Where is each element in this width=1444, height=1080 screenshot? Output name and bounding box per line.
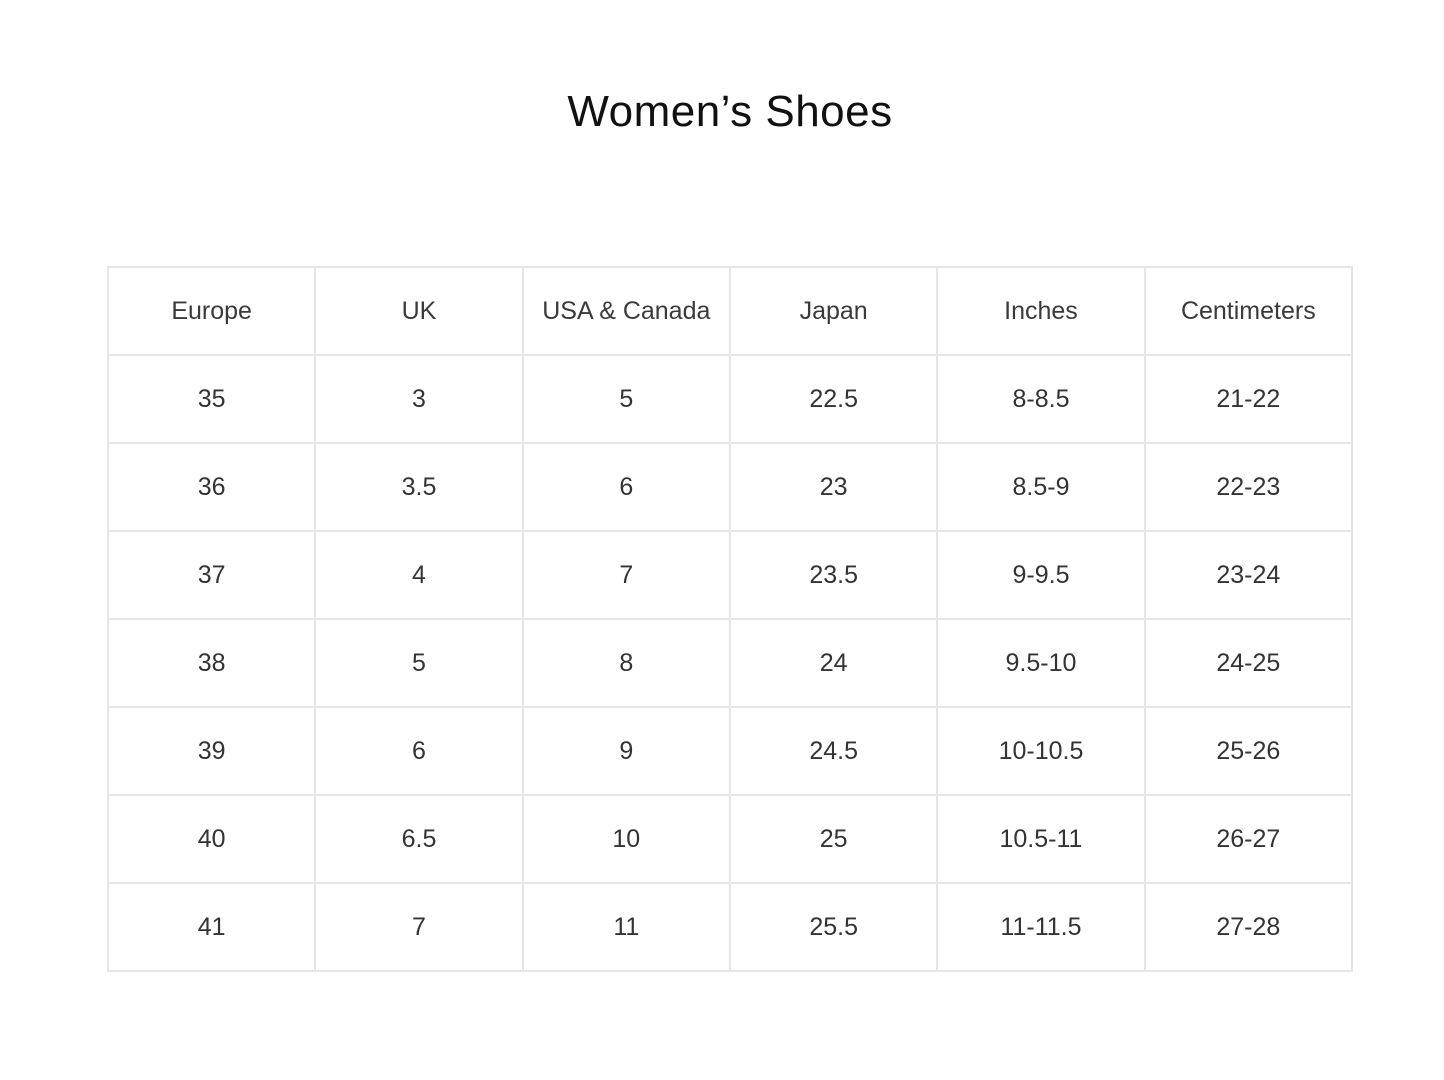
table-cell: 7 bbox=[314, 882, 524, 972]
table-cell: 25-26 bbox=[1143, 706, 1354, 796]
table-cell: 7 bbox=[521, 530, 731, 620]
table-cell: 3.5 bbox=[314, 442, 524, 532]
table-cell: 22-23 bbox=[1143, 442, 1354, 532]
table-cell: 6 bbox=[314, 706, 524, 796]
table-cell: 36 bbox=[106, 442, 317, 532]
table-cell: 10-10.5 bbox=[936, 706, 1146, 796]
table-cell: 3 bbox=[314, 354, 524, 444]
table-cell: 5 bbox=[521, 354, 731, 444]
table-cell: 9.5-10 bbox=[936, 618, 1146, 708]
table-cell: 41 bbox=[106, 882, 317, 972]
table-cell: 8 bbox=[521, 618, 731, 708]
table-cell: 37 bbox=[106, 530, 317, 620]
column-header-japan: Japan bbox=[728, 266, 939, 356]
column-header-europe: Europe bbox=[106, 266, 317, 356]
table-cell: 40 bbox=[106, 794, 317, 884]
table-cell: 24 bbox=[728, 618, 939, 708]
table-cell: 9 bbox=[521, 706, 731, 796]
table-row: 40 6.5 10 25 10.5-11 26-27 bbox=[106, 794, 1354, 884]
table-cell: 4 bbox=[314, 530, 524, 620]
table-row: 38 5 8 24 9.5-10 24-25 bbox=[106, 618, 1354, 708]
column-header-uk: UK bbox=[314, 266, 524, 356]
table-cell: 39 bbox=[106, 706, 317, 796]
table-cell: 25.5 bbox=[728, 882, 939, 972]
table-cell: 8-8.5 bbox=[936, 354, 1146, 444]
table-cell: 23.5 bbox=[728, 530, 939, 620]
table-row: 36 3.5 6 23 8.5-9 22-23 bbox=[106, 442, 1354, 532]
table-cell: 6.5 bbox=[314, 794, 524, 884]
size-chart-table: Europe UK USA & Canada Japan Inches Cent… bbox=[106, 266, 1354, 972]
table-cell: 26-27 bbox=[1143, 794, 1354, 884]
table-row: 35 3 5 22.5 8-8.5 21-22 bbox=[106, 354, 1354, 444]
table-header-row: Europe UK USA & Canada Japan Inches Cent… bbox=[106, 266, 1354, 356]
column-header-inches: Inches bbox=[936, 266, 1146, 356]
column-header-usa-canada: USA & Canada bbox=[521, 266, 731, 356]
column-header-centimeters: Centimeters bbox=[1143, 266, 1354, 356]
table-cell: 23 bbox=[728, 442, 939, 532]
page-title: Women’s Shoes bbox=[567, 87, 893, 136]
table-cell: 25 bbox=[728, 794, 939, 884]
table-cell: 22.5 bbox=[728, 354, 939, 444]
table-cell: 35 bbox=[106, 354, 317, 444]
table-cell: 11 bbox=[521, 882, 731, 972]
table-cell: 11-11.5 bbox=[936, 882, 1146, 972]
table-cell: 27-28 bbox=[1143, 882, 1354, 972]
table-cell: 21-22 bbox=[1143, 354, 1354, 444]
table-cell: 10 bbox=[521, 794, 731, 884]
table-row: 39 6 9 24.5 10-10.5 25-26 bbox=[106, 706, 1354, 796]
table-cell: 10.5-11 bbox=[936, 794, 1146, 884]
table-cell: 6 bbox=[521, 442, 731, 532]
table-cell: 5 bbox=[314, 618, 524, 708]
table-cell: 24.5 bbox=[728, 706, 939, 796]
table-row: 41 7 11 25.5 11-11.5 27-28 bbox=[106, 882, 1354, 972]
table-cell: 23-24 bbox=[1143, 530, 1354, 620]
table-cell: 24-25 bbox=[1143, 618, 1354, 708]
table-cell: 38 bbox=[106, 618, 317, 708]
table-row: 37 4 7 23.5 9-9.5 23-24 bbox=[106, 530, 1354, 620]
table-cell: 8.5-9 bbox=[936, 442, 1146, 532]
table-cell: 9-9.5 bbox=[936, 530, 1146, 620]
